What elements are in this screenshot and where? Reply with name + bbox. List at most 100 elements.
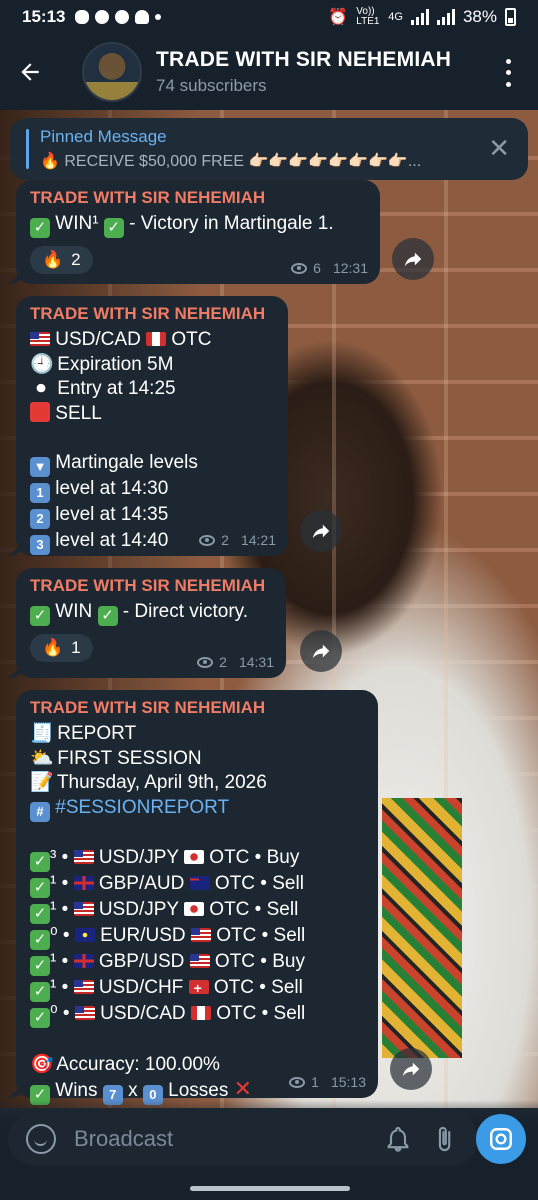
trade-pair: GBP/AUD <box>98 873 185 894</box>
expiration-line: 🕘 Expiration 5M <box>30 353 274 378</box>
flag-ca-icon <box>146 332 167 346</box>
alarm-icon: ⏰ <box>328 9 349 26</box>
trade-pair: EUR/USD <box>100 925 186 946</box>
view-count: 2 <box>221 532 229 548</box>
eye-icon <box>289 1076 306 1088</box>
share-button[interactable] <box>300 510 342 552</box>
message-meta: 2 14:21 <box>199 532 276 548</box>
pair-line: USD/CAD OTC <box>30 328 274 353</box>
record-button-icon: ⏺ <box>36 378 46 399</box>
snapchat-icon <box>135 10 150 24</box>
check-icon: ✓ <box>30 606 50 626</box>
pinned-text: 🔥 RECEIVE $50,000 FREE 👉🏻👉🏻👉🏻👉🏻👉🏻👉🏻👉🏻👉🏻.… <box>40 153 422 170</box>
notification-icons <box>75 10 162 24</box>
flag-us-icon <box>73 850 94 864</box>
flag-gb-icon <box>73 876 94 890</box>
share-button[interactable] <box>390 1048 432 1090</box>
message-time: 12:31 <box>332 260 368 276</box>
trade-row: ✓ ⁰ • USD/CAD OTC • Sell <box>30 1002 364 1028</box>
target-icon: 🎯 <box>30 1053 54 1075</box>
fire-icon: 🔥 <box>42 638 64 657</box>
broadcast-input[interactable]: Broadcast <box>74 1126 368 1152</box>
martingale-title: ▼ Martingale levels <box>30 451 274 477</box>
bell-icon[interactable] <box>382 1123 414 1155</box>
close-icon[interactable]: ✕ <box>488 134 510 162</box>
channel-titles[interactable]: TRADE WITH SIR NEHEMIAH 74 subscribers <box>156 48 451 96</box>
message-bubble[interactable]: TRADE WITH SIR NEHEMIAH USD/CAD OTC 🕘 Ex… <box>16 296 288 556</box>
trade-detail: OTC • Buy <box>214 951 305 972</box>
flag-us-icon <box>189 954 210 968</box>
message-bubble[interactable]: TRADE WITH SIR NEHEMIAH 🧾 REPORT ⛅ FIRST… <box>16 690 378 1105</box>
trade-row: ✓ ¹ • GBP/USD OTC • Buy <box>30 950 364 976</box>
trade-row: ✓ ⁰ • EUR/USD OTC • Sell <box>30 924 364 950</box>
level-line: 1 level at 14:30 <box>30 477 274 503</box>
sun-cloud-icon: ⛅ <box>30 747 54 769</box>
reaction-chip[interactable]: 🔥 1 <box>30 634 93 662</box>
flag-us-icon <box>73 902 94 916</box>
channel-avatar[interactable] <box>82 42 142 102</box>
check-icon: ✓ <box>97 606 118 626</box>
pinned-indicator <box>26 129 29 169</box>
entry-line: ⏺ Entry at 14:25 <box>30 377 274 402</box>
reaction-count: 2 <box>71 250 81 269</box>
reaction-chip[interactable]: 🔥 2 <box>30 246 93 274</box>
red-square-icon <box>30 401 50 422</box>
trade-detail: OTC • Sell <box>213 977 303 998</box>
trade-detail: OTC • Sell <box>216 925 306 946</box>
emoji-icon[interactable] <box>26 1124 56 1154</box>
keycap-2-icon: 2 <box>30 508 50 529</box>
network-label: Vo)) LTE1 <box>356 6 380 27</box>
martingale-mark: ¹ <box>50 951 57 972</box>
channel-title: TRADE WITH SIR NEHEMIAH <box>156 48 452 71</box>
more-vert-icon[interactable] <box>498 56 518 90</box>
message-time: 14:31 <box>238 654 274 670</box>
paperclip-icon[interactable] <box>428 1123 460 1155</box>
flag-us-icon <box>73 980 94 994</box>
trade-pair: USD/JPY <box>98 847 179 868</box>
camera-button[interactable] <box>476 1114 526 1164</box>
check-icon: ✓ <box>30 982 50 1002</box>
check-icon: ✓ <box>30 852 50 872</box>
flag-au-icon <box>189 876 210 890</box>
reaction-count: 1 <box>71 638 81 657</box>
hashtag-line: # #SESSIONREPORT <box>30 796 364 822</box>
signal-icon <box>410 9 429 25</box>
battery-icon <box>505 8 516 26</box>
keycap-hash-icon: # <box>30 801 50 822</box>
message-bubble[interactable]: TRADE WITH SIR NEHEMIAH ✓ WIN¹ ✓ - Victo… <box>16 180 380 284</box>
chat-header: TRADE WITH SIR NEHEMIAH 74 subscribers <box>0 34 538 110</box>
hashtag-link[interactable]: #SESSIONREPORT <box>55 797 229 818</box>
message-sender: TRADE WITH SIR NEHEMIAH <box>30 188 266 207</box>
eye-icon <box>197 656 214 668</box>
share-button[interactable] <box>300 630 342 672</box>
message-meta: 1 15:13 <box>289 1074 366 1090</box>
share-arrow-icon <box>312 524 330 539</box>
signal-icon <box>436 9 455 25</box>
flag-us-icon <box>30 332 50 346</box>
share-button[interactable] <box>392 238 434 280</box>
status-bar: 15:13 ⏰ Vo)) LTE1 4G 38% <box>0 0 538 34</box>
subscriber-count: 74 subscribers <box>156 76 267 95</box>
message-time: 15:13 <box>330 1074 366 1090</box>
camera-icon <box>490 1128 512 1150</box>
message-bubble[interactable]: TRADE WITH SIR NEHEMIAH ✓ WIN ✓ - Direct… <box>16 568 286 678</box>
view-count: 1 <box>311 1074 319 1090</box>
message-meta: 2 14:31 <box>197 654 274 670</box>
check-icon: ✓ <box>30 904 50 924</box>
home-indicator[interactable] <box>190 1186 350 1191</box>
flag-ca-icon <box>190 1006 211 1020</box>
arrow-left-icon <box>21 63 39 81</box>
trade-pair: USD/CHF <box>98 977 184 998</box>
check-icon: ✓ <box>30 956 50 976</box>
martingale-mark: ³ <box>50 847 57 868</box>
flag-jp-icon <box>184 850 205 864</box>
status-time: 15:13 <box>22 7 66 26</box>
message-sender: TRADE WITH SIR NEHEMIAH <box>30 304 266 323</box>
pinned-message-bar[interactable]: Pinned Message 🔥 RECEIVE $50,000 FREE 👉🏻… <box>10 118 528 180</box>
back-button[interactable] <box>0 34 60 110</box>
trade-detail: OTC • Buy <box>209 847 300 868</box>
message-sender: TRADE WITH SIR NEHEMIAH <box>30 576 266 595</box>
check-icon: ✓ <box>103 218 124 238</box>
memo-icon: 📝 <box>30 772 54 793</box>
message-text: ✓ WIN¹ ✓ - Victory in Martingale 1. <box>30 212 366 238</box>
